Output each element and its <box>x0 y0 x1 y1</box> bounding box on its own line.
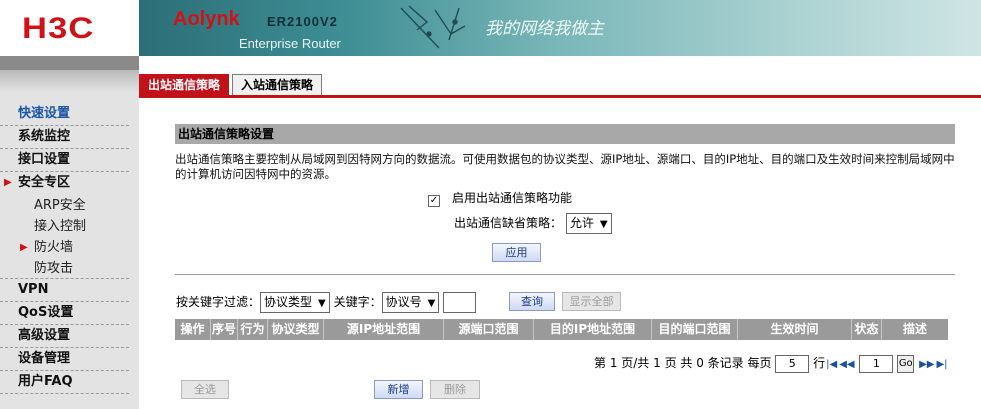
main-menu: 快速设置 系统监控 接口设置 ▶ 安全专区 ARP安全 接入控制 ▶ 防火墙 防… <box>0 103 129 394</box>
enable-policy-checkbox[interactable]: ✓ <box>428 195 440 207</box>
column-header: 目的IP地址范围 <box>534 319 652 340</box>
select-all-button[interactable]: 全选 <box>181 380 229 399</box>
chevron-down-icon: ▼ <box>427 298 436 309</box>
keyword-label: 关键字： <box>333 295 382 309</box>
filter-label: 按关键字过滤： <box>176 295 261 309</box>
menu-item-qos[interactable]: QoS设置 <box>0 302 129 325</box>
tab-outbound-policy[interactable]: 出站通信策略 <box>139 74 230 95</box>
menu-item-advanced[interactable]: 高级设置 <box>0 325 129 348</box>
keyword-input[interactable] <box>443 292 477 313</box>
last-page-icon[interactable]: ▶| <box>936 359 947 370</box>
column-header: 目的端口范围 <box>652 319 738 340</box>
column-header: 源IP地址范围 <box>324 319 444 340</box>
menu-item-security-zone[interactable]: ▶ 安全专区 <box>0 172 129 195</box>
sub-item-access-control[interactable]: 接入控制 <box>0 216 129 237</box>
apply-button[interactable]: 应用 <box>492 243 541 262</box>
default-policy-row: 出站通信缺省策略： 允许 ▼ <box>454 212 612 234</box>
menu-item-interface-setup[interactable]: 接口设置 <box>0 149 129 172</box>
filter-row: 按关键字过滤： 协议类型 ▼ 关键字： 协议号 ▼ <box>176 291 477 313</box>
menu-item-quick-setup[interactable]: 快速设置 <box>0 103 129 126</box>
logo-text: H3C <box>22 12 95 45</box>
menu-item-vpn[interactable]: VPN <box>0 279 129 302</box>
tab-inbound-policy[interactable]: 入站通信策略 <box>232 74 323 95</box>
next-page-icon[interactable]: ▶▶ <box>919 359 934 370</box>
enable-policy-label: 启用出站通信策略功能 <box>452 191 573 205</box>
section-divider <box>175 274 955 275</box>
section-description: 出站通信策略主要控制从局域网到因特网方向的数据流。可使用数据包的协议类型、源IP… <box>175 152 955 181</box>
column-header: 行为 <box>238 319 268 340</box>
h3c-logo: H3C <box>0 0 139 56</box>
enable-policy-row: ✓ 启用出站通信策略功能 <box>428 190 573 207</box>
menu-item-system-monitor[interactable]: 系统监控 <box>0 126 129 149</box>
slogan: 我的网络我做主 <box>485 19 604 39</box>
prev-page-icon[interactable]: ◀◀ <box>839 359 854 370</box>
per-page-input[interactable]: 5 <box>775 354 810 373</box>
tab-bar: 出站通信策略 入站通信策略 <box>139 74 981 98</box>
column-header: 生效时间 <box>738 319 852 340</box>
sub-item-anti-attack[interactable]: 防攻击 <box>0 258 129 279</box>
logo-divider <box>0 56 139 70</box>
logo-gradient <box>0 70 139 92</box>
pager-row-label: 行 <box>813 356 826 370</box>
section-title: 出站通信策略设置 <box>175 124 955 144</box>
top-banner: Aolynk ER2100V2 Enterprise Router 我的网络我做… <box>139 0 981 56</box>
menu-item-user-faq[interactable]: 用户FAQ <box>0 371 129 394</box>
chevron-down-icon: ▼ <box>599 219 608 230</box>
menu-item-device-management[interactable]: 设备管理 <box>0 348 129 371</box>
policy-table-header: 操作 序号 行为 协议类型 源IP地址范围 源端口范围 目的IP地址范围 目的端… <box>175 319 948 340</box>
add-button[interactable]: 新增 <box>374 380 423 399</box>
pager-summary: 第 1 页/共 1 页 共 0 条记录 每页 <box>594 356 772 370</box>
default-policy-select[interactable]: 允许 ▼ <box>565 213 612 234</box>
column-header: 序号 <box>211 319 238 340</box>
filter-type-select[interactable]: 协议类型 ▼ <box>260 292 330 313</box>
show-all-button[interactable]: 显示全部 <box>562 292 621 311</box>
brand-name: Aolynk <box>173 8 240 30</box>
column-header: 协议类型 <box>268 319 324 340</box>
model-name: ER2100V2 <box>267 14 338 29</box>
default-policy-label: 出站通信缺省策略： <box>454 216 563 230</box>
sub-item-arp-security[interactable]: ARP安全 <box>0 195 129 216</box>
delete-button[interactable]: 删除 <box>430 380 480 399</box>
keyword-type-select[interactable]: 协议号 ▼ <box>381 292 440 313</box>
go-button[interactable]: Go <box>897 354 915 373</box>
sidebar: H3C 快速设置 系统监控 接口设置 ▶ 安全专区 ARP安全 接入控制 ▶ 防… <box>0 0 139 409</box>
column-header: 状态 <box>852 319 882 340</box>
first-page-icon[interactable]: |◀ <box>826 359 837 370</box>
query-button[interactable]: 查询 <box>509 292 555 311</box>
column-header: 描述 <box>902 322 927 336</box>
column-header: 操作 <box>175 319 211 340</box>
column-header: 源端口范围 <box>444 319 534 340</box>
chevron-down-icon: ▼ <box>318 298 326 309</box>
pagination: 第 1 页/共 1 页 共 0 条记录 每页 5 行|◀ ◀◀ 1 Go ▶▶ ▶| <box>594 352 949 374</box>
product-subtitle: Enterprise Router <box>239 36 341 51</box>
current-arrow-icon: ▶ <box>20 242 28 253</box>
sub-item-firewall[interactable]: ▶ 防火墙 <box>0 237 129 258</box>
page-number-input[interactable]: 1 <box>859 354 894 373</box>
expanded-arrow-icon: ▶ <box>4 177 12 188</box>
